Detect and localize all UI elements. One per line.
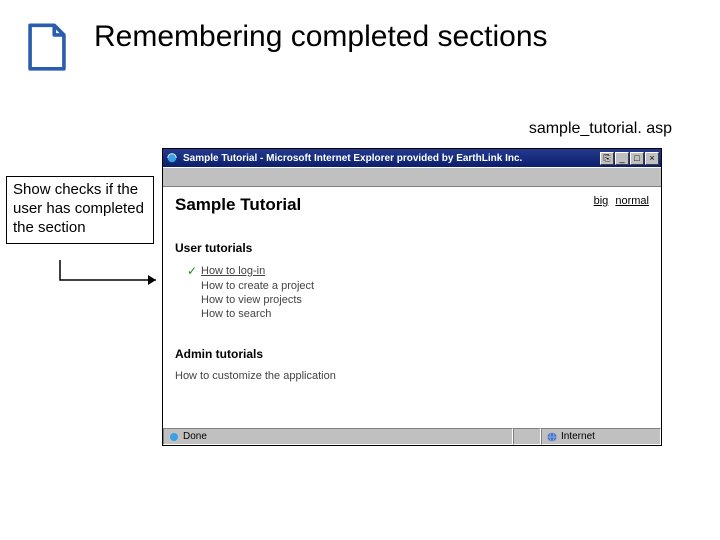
list-item: How to create a project bbox=[187, 279, 649, 293]
tutorial-link[interactable]: How to view projects bbox=[201, 294, 302, 306]
tutorial-link[interactable]: How to log-in bbox=[201, 265, 265, 277]
page-content: Sample Tutorial big normal User tutorial… bbox=[163, 187, 661, 427]
list-item: How to view projects bbox=[187, 293, 649, 307]
list-item: How to customize the application bbox=[175, 369, 649, 383]
user-tutorials-list: ✓ How to log-in How to create a project … bbox=[175, 255, 649, 321]
minimize-button[interactable]: _ bbox=[615, 152, 629, 165]
slide-title: Remembering completed sections bbox=[94, 18, 548, 55]
page-icon bbox=[18, 18, 76, 76]
extra-button[interactable]: ⎘ bbox=[600, 152, 614, 165]
titlebar-text: Sample Tutorial - Microsoft Internet Exp… bbox=[179, 153, 600, 164]
arrow-icon bbox=[58, 258, 168, 298]
close-button[interactable]: × bbox=[645, 152, 659, 165]
status-text: Done bbox=[183, 431, 207, 442]
zone-text: Internet bbox=[561, 431, 595, 442]
user-tutorials-title: User tutorials bbox=[175, 241, 649, 255]
tutorial-link[interactable]: How to create a project bbox=[201, 280, 314, 292]
list-item: ✓ How to log-in bbox=[187, 263, 649, 279]
admin-tutorials-title: Admin tutorials bbox=[175, 347, 649, 361]
callout-box: Show checks if the user has completed th… bbox=[6, 176, 154, 244]
ie-mini-icon bbox=[168, 431, 180, 443]
statusbar: Done Internet bbox=[163, 427, 661, 445]
tutorial-link[interactable]: How to search bbox=[201, 308, 271, 320]
filename-label: sample_tutorial. asp bbox=[529, 120, 672, 138]
check-icon: ✓ bbox=[187, 264, 201, 278]
size-big-link[interactable]: big bbox=[594, 195, 609, 207]
page-title: Sample Tutorial bbox=[175, 195, 301, 215]
titlebar: Sample Tutorial - Microsoft Internet Exp… bbox=[163, 149, 661, 167]
maximize-button[interactable]: □ bbox=[630, 152, 644, 165]
text-size-links: big normal bbox=[594, 195, 649, 207]
status-spacer bbox=[513, 428, 541, 445]
list-item: How to search bbox=[187, 307, 649, 321]
ie-icon bbox=[165, 151, 179, 165]
size-normal-link[interactable]: normal bbox=[615, 195, 649, 207]
status-left: Done bbox=[163, 428, 513, 445]
toolbar bbox=[163, 167, 661, 187]
tutorial-link[interactable]: How to customize the application bbox=[175, 370, 336, 382]
globe-icon bbox=[546, 431, 558, 443]
browser-window: Sample Tutorial - Microsoft Internet Exp… bbox=[162, 148, 662, 446]
status-right: Internet bbox=[541, 428, 661, 445]
